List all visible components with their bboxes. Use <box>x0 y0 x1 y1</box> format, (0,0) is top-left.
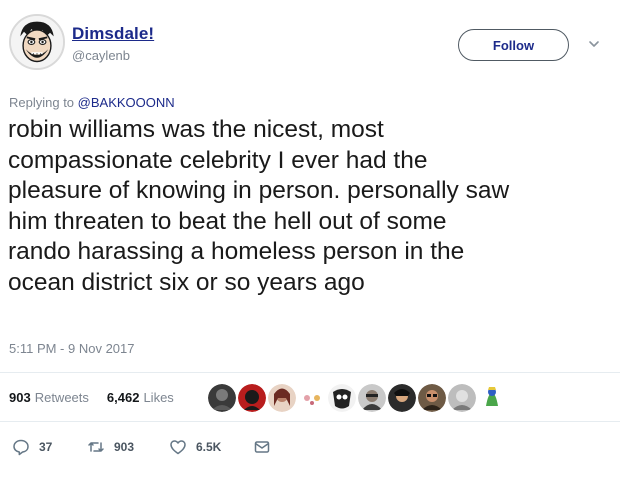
tweet-stats: 903 Retweets 6,462 Likes <box>9 390 174 405</box>
reply-mention-link[interactable]: @BAKKOOONN <box>78 95 175 110</box>
tweet-card: Dimsdale! @caylenb Follow Replying to @B… <box>0 0 620 478</box>
liker-avatar-7[interactable] <box>388 384 416 412</box>
likes-count[interactable]: 6,462 <box>107 390 140 405</box>
divider <box>0 421 620 422</box>
liker-avatar-1[interactable] <box>208 384 236 412</box>
author-display-name[interactable]: Dimsdale! <box>72 24 154 44</box>
liker-avatar-2[interactable] <box>238 384 266 412</box>
tweet-timestamp[interactable]: 5:11 PM - 9 Nov 2017 <box>9 341 135 356</box>
cartoon-face-avatar-icon <box>11 16 63 68</box>
author-username[interactable]: @caylenb <box>72 48 130 63</box>
like-count: 6.5K <box>196 440 222 454</box>
retweets-count[interactable]: 903 <box>9 390 31 405</box>
likes-label[interactable]: Likes <box>143 390 173 405</box>
follow-button[interactable]: Follow <box>458 29 569 61</box>
tweet-actions: 37 903 6.5K <box>12 438 271 456</box>
direct-message-button[interactable] <box>253 438 271 456</box>
replying-to-label: Replying to <box>9 95 75 110</box>
reply-button[interactable]: 37 <box>12 438 87 456</box>
heart-icon <box>169 438 187 456</box>
liker-avatar-10[interactable] <box>478 384 506 412</box>
liker-avatar-6[interactable] <box>358 384 386 412</box>
liker-avatar-8[interactable] <box>418 384 446 412</box>
liker-avatar-3[interactable] <box>268 384 296 412</box>
retweet-count: 903 <box>114 440 135 454</box>
author-avatar[interactable] <box>9 14 65 70</box>
like-button[interactable]: 6.5K <box>169 438 253 456</box>
reply-icon <box>12 438 30 456</box>
chevron-down-icon[interactable] <box>587 37 601 51</box>
divider <box>0 372 620 373</box>
retweet-icon <box>87 438 105 456</box>
liker-avatar-4[interactable] <box>298 384 326 412</box>
liker-avatar-9[interactable] <box>448 384 476 412</box>
liker-avatars <box>208 382 506 414</box>
envelope-icon <box>253 438 271 456</box>
retweets-label[interactable]: Retweets <box>35 390 89 405</box>
reply-count: 37 <box>39 440 53 454</box>
tweet-text: robin williams was the nicest, most comp… <box>8 116 510 296</box>
replying-to-line: Replying to @BAKKOOONN <box>9 95 175 110</box>
liker-avatar-5[interactable] <box>328 384 356 412</box>
retweet-button[interactable]: 903 <box>87 438 169 456</box>
